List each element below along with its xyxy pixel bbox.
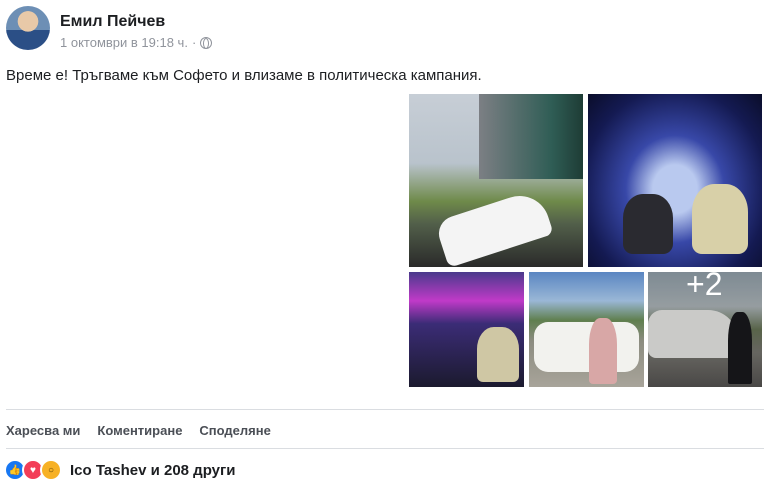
photo-person	[589, 318, 617, 384]
photo-3[interactable]	[409, 272, 524, 387]
divider	[6, 448, 764, 449]
globe-icon[interactable]	[200, 36, 213, 49]
photo-person	[477, 327, 519, 382]
post-text: Време е! Тръгваме към Софето и влизаме в…	[6, 67, 482, 84]
meta-separator: ·	[191, 35, 197, 50]
photo-building	[479, 94, 583, 179]
reactions-summary[interactable]: 👍 ♥ ○ Ico Tashev и 208 други	[4, 459, 235, 481]
photo-person	[623, 194, 673, 254]
reactions-text[interactable]: Ico Tashev и 208 други	[70, 462, 235, 479]
divider	[6, 409, 764, 410]
photo-2[interactable]	[588, 94, 762, 267]
author-avatar[interactable]	[6, 6, 50, 50]
share-button[interactable]: Споделяне	[199, 423, 270, 438]
comment-button[interactable]: Коментиране	[97, 423, 182, 438]
photo-5-more[interactable]: +2	[648, 272, 762, 387]
photo-limo	[534, 322, 639, 372]
post-meta: 1 октомври в 19:18 ч. ·	[60, 35, 213, 50]
photo-1[interactable]	[409, 94, 583, 267]
photo-4[interactable]	[529, 272, 644, 387]
action-bar: Харесва ми Коментиране Споделяне	[6, 423, 271, 438]
photo-limo	[434, 188, 554, 267]
wow-icon: ○	[40, 459, 62, 481]
photo-person	[692, 184, 748, 254]
author-name[interactable]: Емил Пейчев	[60, 13, 165, 31]
post-timestamp[interactable]: 1 октомври в 19:18 ч.	[60, 35, 188, 50]
more-photos-count: +2	[686, 272, 723, 302]
like-button[interactable]: Харесва ми	[6, 423, 80, 438]
